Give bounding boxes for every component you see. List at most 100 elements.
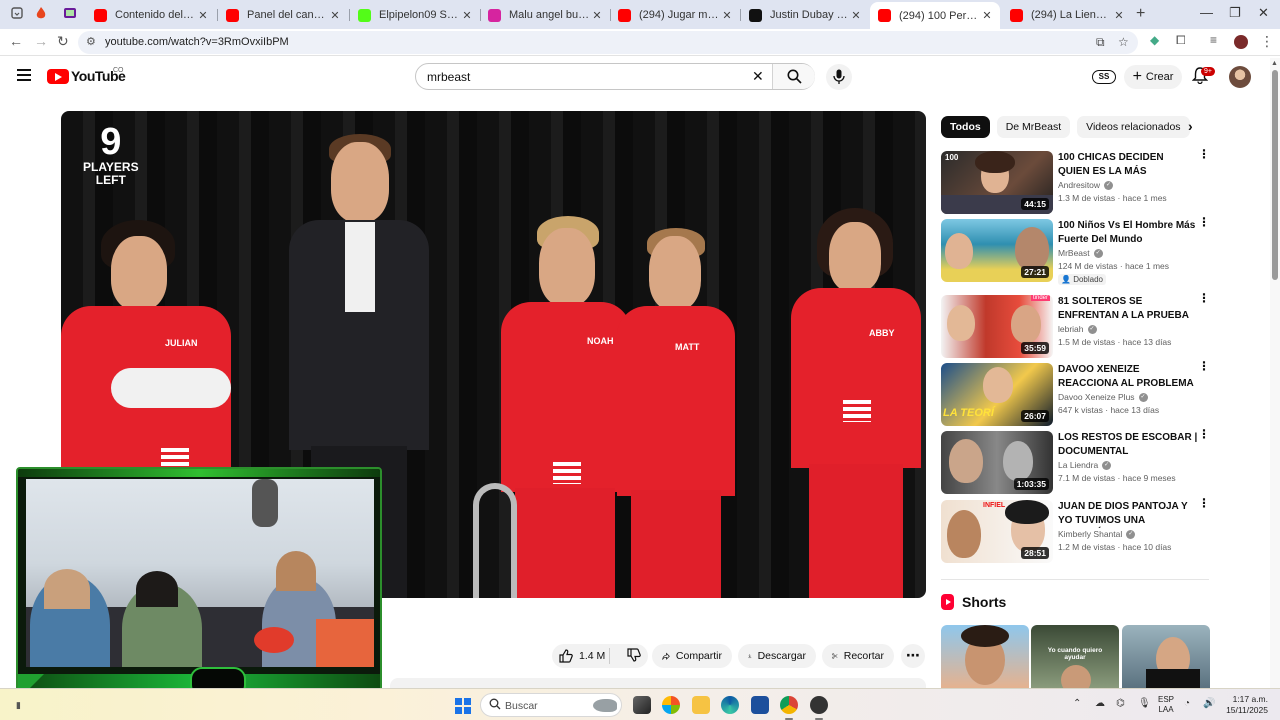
video-title[interactable]: DAVOO XENEIZE REACCIONA AL PROBLEMA CON … <box>1058 363 1198 391</box>
video-thumbnail[interactable]: tinder 35:59 <box>941 295 1053 358</box>
more-options-icon[interactable]: ⋮ <box>1198 497 1210 509</box>
search-button[interactable] <box>772 64 815 89</box>
search-box[interactable]: mrbeast ✕ <box>415 63 815 90</box>
copilot-icon[interactable] <box>662 696 680 714</box>
chip-from-mrbeast[interactable]: De MrBeast <box>996 116 1071 138</box>
scrollbar-thumb[interactable] <box>1272 70 1278 280</box>
forward-arrow-icon[interactable]: → <box>34 33 48 49</box>
short-thumbnail[interactable] <box>1122 625 1210 688</box>
hamburger-menu-icon[interactable] <box>17 69 31 81</box>
video-thumbnail[interactable]: 1:03:35 <box>941 431 1053 494</box>
ss-badge[interactable]: SS <box>1092 70 1116 84</box>
channel-name[interactable]: lebriah ✓ <box>1058 324 1097 334</box>
reload-icon[interactable]: ↻ <box>57 33 69 50</box>
system-clock[interactable]: 1:17 a.m. 15/11/2025 <box>1224 694 1268 716</box>
channel-name[interactable]: La Liendra ✓ <box>1058 460 1112 470</box>
taskbar-search[interactable]: Buscar <box>480 693 622 717</box>
recommended-video[interactable]: tinder 35:59 81 SOLTEROS SE ENFRENTAN A … <box>941 292 1211 359</box>
clip-button[interactable]: Recortar <box>822 644 894 668</box>
obs-app-icon[interactable] <box>810 696 828 720</box>
video-thumbnail[interactable]: 100 44:15 <box>941 151 1053 214</box>
close-tab-icon[interactable]: ✕ <box>720 9 734 22</box>
task-view-icon[interactable] <box>633 696 651 714</box>
video-title[interactable]: 100 CHICAS DECIDEN QUIEN ES LA MÁS ATRAC… <box>1058 151 1198 179</box>
chip-related[interactable]: Videos relacionados <box>1077 116 1190 138</box>
file-explorer-icon[interactable] <box>692 696 710 714</box>
more-actions-button[interactable]: ⋯ <box>901 644 925 668</box>
short-thumbnail[interactable]: Yo cuando quiero ayudar <box>1031 625 1119 688</box>
recommended-video[interactable]: 100 44:15 100 CHICAS DECIDEN QUIEN ES LA… <box>941 148 1211 215</box>
video-title[interactable]: 100 Niños Vs El Hombre Más Fuerte Del Mu… <box>1058 219 1198 246</box>
recommended-video[interactable]: 27:21 100 Niños Vs El Hombre Más Fuerte … <box>941 216 1211 285</box>
channel-name[interactable]: Andresitow ✓ <box>1058 180 1114 190</box>
like-button[interactable]: 1.4 M <box>552 648 610 664</box>
browser-tab[interactable]: (294) Jugar máquina de ✕ <box>610 4 740 26</box>
chrome-menu-icon[interactable]: ⋮ <box>1260 33 1274 50</box>
video-thumbnail[interactable]: 27:21 <box>941 219 1053 282</box>
close-tab-icon[interactable]: ✕ <box>460 9 474 22</box>
bookmark-star-icon[interactable]: ☆ <box>1118 35 1129 49</box>
video-thumbnail[interactable]: INFIEL 28:51 <box>941 500 1053 563</box>
volume-icon[interactable]: 🔊 <box>1203 698 1215 709</box>
more-options-icon[interactable]: ⋮ <box>1198 216 1210 228</box>
account-avatar[interactable] <box>1229 66 1251 88</box>
edge-browser-icon[interactable] <box>721 696 739 714</box>
chip-all[interactable]: Todos <box>941 116 990 138</box>
browser-tab[interactable]: Justin Dubay (@justind ✕ <box>741 4 869 26</box>
clear-search-icon[interactable]: ✕ <box>752 68 764 85</box>
close-window-button[interactable]: ✕ <box>1258 5 1269 21</box>
minimize-window-button[interactable]: — <box>1200 5 1213 20</box>
tab-search-icon[interactable] <box>10 6 26 22</box>
close-tab-icon[interactable]: ✕ <box>328 9 342 22</box>
site-info-icon[interactable]: ⚙ <box>86 35 96 48</box>
video-title[interactable]: JUAN DE DIOS PANTOJA Y YO TUVIMOS UNA RE… <box>1058 500 1198 528</box>
close-tab-icon[interactable]: ✕ <box>1112 9 1126 22</box>
pinned-tab-flame-icon[interactable] <box>34 6 50 22</box>
video-thumbnail[interactable]: LA TEORÍ 26:07 <box>941 363 1053 426</box>
scroll-up-arrow-icon[interactable]: ▲ <box>1271 60 1278 67</box>
install-app-icon[interactable]: ⧉ <box>1096 35 1105 50</box>
widgets-icon[interactable]: ▮ <box>16 700 21 711</box>
pinned-tab-sheets-icon[interactable] <box>63 6 79 22</box>
description-box[interactable] <box>390 678 926 688</box>
back-arrow-icon[interactable]: ← <box>9 33 23 49</box>
browser-tab[interactable]: Elpipelon09 Stream - W ✕ <box>350 4 480 26</box>
browser-tab[interactable]: (294) La Liendra - YouT ✕ <box>1002 4 1132 26</box>
more-options-icon[interactable]: ⋮ <box>1198 148 1210 160</box>
channel-name[interactable]: MrBeast ✓ <box>1058 248 1103 258</box>
extension-icon[interactable]: ◆ <box>1150 33 1159 47</box>
more-options-icon[interactable]: ⋮ <box>1198 428 1210 440</box>
browser-tab[interactable]: Contenido del canal - Y ✕ <box>86 4 216 26</box>
channel-name[interactable]: Kimberly Shantal ✓ <box>1058 529 1136 539</box>
new-tab-button[interactable]: + <box>1136 5 1145 23</box>
network-icon[interactable]: ⌬ <box>1116 698 1125 709</box>
recommended-video[interactable]: 1:03:35 LOS RESTOS DE ESCOBAR | DOCUMENT… <box>941 428 1211 495</box>
share-button[interactable]: Compartir <box>652 644 732 668</box>
restore-window-button[interactable]: ❐ <box>1229 5 1241 21</box>
browser-tab[interactable]: Panel del canal - YouTu ✕ <box>218 4 348 26</box>
download-button[interactable]: Descargar <box>738 644 816 668</box>
microsoft-store-icon[interactable] <box>751 696 769 714</box>
voice-search-button[interactable] <box>826 64 852 90</box>
close-tab-icon[interactable]: ✕ <box>590 9 604 22</box>
recommended-video[interactable]: INFIEL 28:51 JUAN DE DIOS PANTOJA Y YO T… <box>941 497 1211 564</box>
close-tab-icon[interactable]: ✕ <box>980 9 994 22</box>
microphone-tray-icon[interactable]: 🎙 <box>1138 698 1151 709</box>
extensions-puzzle-icon[interactable]: ⧠ <box>1176 33 1186 48</box>
windows-start-icon[interactable] <box>455 698 471 714</box>
address-bar[interactable]: ⚙ youtube.com/watch?v=3RmOvxiIbPM ⧉ ☆ <box>78 31 1138 54</box>
create-button[interactable]: + Crear <box>1124 65 1182 89</box>
close-tab-icon[interactable]: ✕ <box>196 9 210 22</box>
browser-tab-active[interactable]: (294) 100 Personas Vs I ✕ <box>870 2 1000 29</box>
chrome-app-icon[interactable] <box>780 696 798 720</box>
profile-avatar-icon[interactable] <box>1234 35 1248 49</box>
channel-name[interactable]: Davoo Xeneize Plus ✓ <box>1058 392 1148 402</box>
more-options-icon[interactable]: ⋮ <box>1198 292 1210 304</box>
onedrive-icon[interactable]: ☁ <box>1095 698 1105 709</box>
show-hidden-icons-chevron-icon[interactable]: ⌃ <box>1073 698 1081 709</box>
video-title[interactable]: 81 SOLTEROS SE ENFRENTAN A LA PRUEBA DEL… <box>1058 295 1198 323</box>
browser-tab[interactable]: Malu angel bueno (@m ✕ <box>480 4 610 26</box>
video-title[interactable]: LOS RESTOS DE ESCOBAR | DOCUMENTAL <box>1058 431 1198 458</box>
more-options-icon[interactable]: ⋮ <box>1198 360 1210 372</box>
chevron-right-icon[interactable]: › <box>1188 118 1193 134</box>
